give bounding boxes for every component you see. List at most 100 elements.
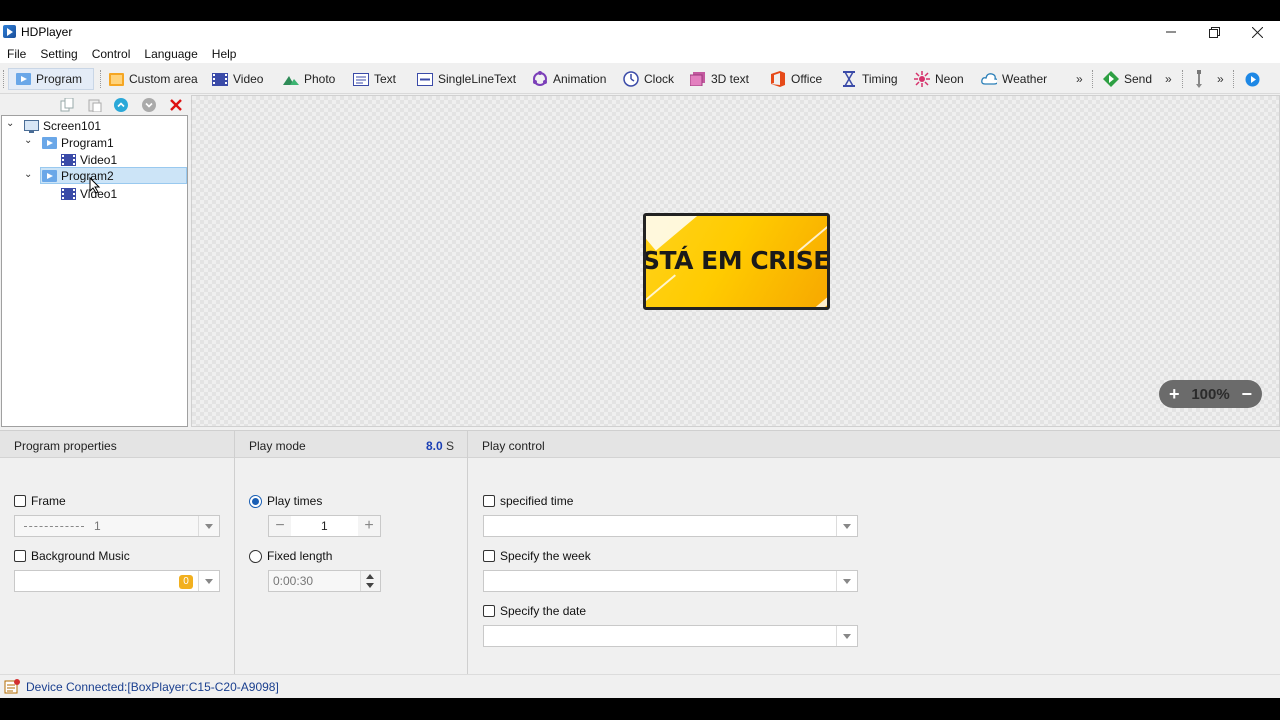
photo-label: Photo bbox=[304, 72, 336, 86]
background-music-label: Background Music bbox=[31, 549, 130, 563]
tree-node-program1-video[interactable]: Video1 bbox=[61, 151, 117, 168]
tree-node-screen[interactable]: Screen101 bbox=[24, 117, 101, 134]
chevron-down-icon[interactable] bbox=[198, 516, 219, 536]
3d-text-label: 3D text bbox=[711, 72, 750, 86]
specify-week-select[interactable] bbox=[483, 570, 858, 592]
minimize-button[interactable] bbox=[1150, 21, 1192, 43]
specify-date-label: Specify the date bbox=[500, 604, 587, 618]
custom-area-button[interactable]: Custom area bbox=[108, 68, 198, 90]
tree-node-program1[interactable]: Program1 bbox=[42, 134, 114, 151]
play-times-value[interactable]: 1 bbox=[321, 519, 328, 533]
clock-icon bbox=[623, 71, 639, 87]
play-mode-header: Play mode 8.0 S bbox=[235, 431, 467, 458]
cloud-icon bbox=[981, 72, 997, 86]
office-label: Office bbox=[791, 72, 823, 86]
specify-date-select[interactable] bbox=[483, 625, 858, 647]
menu-setting[interactable]: Setting bbox=[33, 43, 84, 63]
clock-button[interactable]: Clock bbox=[623, 68, 674, 90]
fixed-length-value[interactable]: 0:00:30 bbox=[273, 574, 313, 588]
specify-week-checkbox-box[interactable] bbox=[483, 550, 495, 562]
decrement-button[interactable]: − bbox=[269, 516, 291, 536]
program-button[interactable]: Program bbox=[8, 68, 94, 90]
fixed-length-radio[interactable]: Fixed length bbox=[249, 549, 332, 563]
neon-button[interactable]: Neon bbox=[914, 68, 964, 90]
send-button[interactable]: Send bbox=[1103, 68, 1152, 90]
toolbar-overflow-2[interactable]: » bbox=[1165, 72, 1172, 86]
frame-select[interactable]: 1 bbox=[14, 515, 220, 537]
chevron-down-icon[interactable] bbox=[198, 571, 219, 591]
animation-icon bbox=[532, 71, 548, 86]
play-times-radio[interactable]: Play times bbox=[249, 494, 322, 508]
close-button[interactable] bbox=[1236, 21, 1278, 43]
column-divider bbox=[467, 431, 468, 674]
specified-time-select[interactable] bbox=[483, 515, 858, 537]
photo-button[interactable]: Photo bbox=[283, 68, 335, 90]
maximize-button[interactable] bbox=[1193, 21, 1235, 43]
chevron-down-icon[interactable] bbox=[836, 626, 857, 646]
play-duration-value: 8.0 bbox=[425, 439, 443, 453]
zoom-in-button[interactable]: + bbox=[1169, 385, 1180, 403]
chevron-down-icon[interactable] bbox=[836, 571, 857, 591]
weather-button[interactable]: Weather bbox=[981, 68, 1047, 90]
office-button[interactable]: Office bbox=[770, 68, 822, 90]
3d-text-button[interactable]: 3D text bbox=[690, 68, 749, 90]
video-button[interactable]: Video bbox=[212, 68, 263, 90]
play-times-radio-dot[interactable] bbox=[249, 494, 262, 508]
toolbar-grip[interactable] bbox=[3, 70, 5, 88]
program-icon bbox=[15, 72, 31, 86]
preview-canvas[interactable]: STÁ EM CRISE + 100% − bbox=[191, 95, 1280, 427]
usb-icon[interactable] bbox=[1193, 68, 1205, 90]
frame-checkbox-box[interactable] bbox=[14, 495, 26, 507]
video-icon bbox=[212, 72, 228, 86]
frame-style-preview bbox=[24, 526, 84, 527]
specified-time-checkbox[interactable]: specified time bbox=[483, 494, 573, 508]
menu-control[interactable]: Control bbox=[85, 43, 138, 63]
fixed-length-radio-dot[interactable] bbox=[249, 549, 262, 563]
status-bar: Device Connected:[BoxPlayer:C15-C20-A909… bbox=[0, 674, 1280, 698]
title-bar: HDPlayer bbox=[0, 21, 1280, 43]
chevron-down-icon[interactable] bbox=[836, 516, 857, 536]
specified-time-checkbox-box[interactable] bbox=[483, 495, 495, 507]
background-music-select[interactable]: 0 bbox=[14, 570, 220, 592]
single-line-text-button[interactable]: SingleLineText bbox=[417, 68, 516, 90]
properties-panel: Program properties Play mode 8.0 S Play … bbox=[0, 430, 1280, 674]
menu-help[interactable]: Help bbox=[205, 43, 244, 63]
background-music-checkbox[interactable]: Background Music bbox=[14, 549, 130, 563]
increment-button[interactable]: + bbox=[358, 516, 380, 536]
menu-file[interactable]: File bbox=[0, 43, 33, 63]
app-title: HDPlayer bbox=[21, 25, 73, 39]
hdplayer-logo-icon bbox=[3, 25, 16, 38]
hourglass-icon bbox=[841, 71, 857, 87]
preview-caption: STÁ EM CRISE bbox=[643, 246, 830, 275]
expand-screen-chevron-icon[interactable]: ⌄ bbox=[6, 118, 14, 129]
text-button[interactable]: Text bbox=[353, 68, 396, 90]
zoom-out-button[interactable]: − bbox=[1241, 385, 1252, 403]
video-preview-thumbnail[interactable]: STÁ EM CRISE bbox=[643, 213, 830, 310]
move-down-icon[interactable] bbox=[141, 97, 157, 113]
play-preview-icon[interactable] bbox=[1245, 68, 1260, 90]
toolbar-overflow-3[interactable]: » bbox=[1217, 72, 1224, 86]
timing-button[interactable]: Timing bbox=[841, 68, 898, 90]
toolbar-separator bbox=[100, 70, 102, 88]
tree-node-program2[interactable]: Program2 bbox=[40, 167, 187, 184]
move-up-icon[interactable] bbox=[113, 97, 129, 113]
toolbar-separator bbox=[1233, 70, 1235, 88]
fixed-length-spinbox[interactable]: 0:00:30 bbox=[268, 570, 381, 592]
expand-program1-chevron-icon[interactable]: ⌄ bbox=[24, 135, 32, 146]
expand-program2-chevron-icon[interactable]: ⌄ bbox=[24, 169, 32, 180]
specify-date-checkbox-box[interactable] bbox=[483, 605, 495, 617]
background-music-checkbox-box[interactable] bbox=[14, 550, 26, 562]
menu-language[interactable]: Language bbox=[137, 43, 204, 63]
copy-icon[interactable] bbox=[59, 97, 75, 113]
toolbar-overflow-1[interactable]: » bbox=[1076, 72, 1083, 86]
spin-arrows-icon[interactable] bbox=[360, 571, 380, 591]
specify-week-checkbox[interactable]: Specify the week bbox=[483, 549, 591, 563]
delete-icon[interactable] bbox=[168, 97, 184, 113]
frame-checkbox[interactable]: Frame bbox=[14, 494, 66, 508]
play-times-stepper[interactable]: − 1 + bbox=[268, 515, 381, 537]
device-status-text: Device Connected:[BoxPlayer:C15-C20-A909… bbox=[26, 680, 279, 694]
animation-button[interactable]: Animation bbox=[532, 68, 606, 90]
specify-date-checkbox[interactable]: Specify the date bbox=[483, 604, 586, 618]
paste-icon[interactable] bbox=[87, 97, 103, 113]
zoom-level: 100% bbox=[1191, 385, 1230, 403]
